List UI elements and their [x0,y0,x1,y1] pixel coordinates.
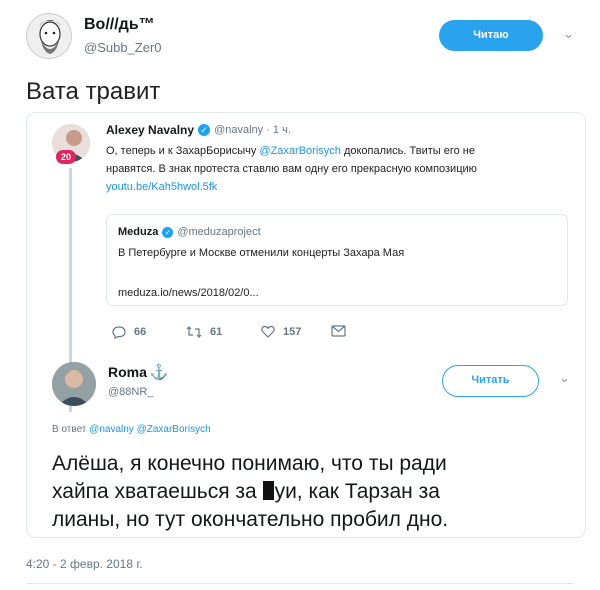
roma-avatar[interactable] [52,362,96,406]
navalny-text-part: О, теперь и к ЗахарБорисычу [106,145,260,157]
retweet-count: 61 [210,326,223,338]
roma-tweet-text: Алёша, я конечно понимаю, что ты ради ха… [52,450,448,534]
roma-text-line: Алёша, я конечно понимаю, что ты ради [52,452,447,475]
tweet-timestamp[interactable]: 4:20 - 2 февр. 2018 г. [26,557,143,571]
reply-context-mentions[interactable]: @navalny @ZaxarBorisych [89,424,210,435]
anchor-icon: ⚓ [149,364,169,381]
notification-badge: 20 [56,150,76,164]
direct-message-action[interactable] [331,325,346,337]
reply-icon [112,326,126,339]
navalny-text-line: нравятся. В знак протеста ставлю вам одн… [106,163,477,175]
author-avatar[interactable] [26,13,72,59]
meduza-link[interactable]: meduza.io/news/2018/02/0... [118,287,259,299]
meduza-text: В Петербурге и Москве отменили концерты … [118,247,405,259]
mention-link[interactable]: @ZaxarBorisych [259,145,340,157]
navalny-handle-time[interactable]: @navalny · 1 ч. [214,124,291,136]
follow-button[interactable]: Читать [442,365,539,397]
roma-header: Roma ⚓ [108,363,169,381]
navalny-tweet-text: О, теперь и к ЗахарБорисычу @ZaxarBorisy… [106,142,576,196]
roma-text-part: уи, как Тарзан за [274,480,440,503]
navalny-header: Alexey Navalny ✓ @navalny · 1 ч. [106,123,291,137]
reply-context: В ответ @navalny @ZaxarBorisych [52,424,211,435]
roma-text-part: хайпа хватаешься за [52,480,263,503]
person-photo-icon [52,362,96,406]
follow-button[interactable]: Читаю [439,20,543,51]
navalny-name[interactable]: Alexey Navalny [106,123,194,137]
reply-context-prefix: В ответ [52,424,90,435]
reply-count: 66 [134,326,147,338]
censor-block [262,481,274,500]
navalny-text-part: докопались. Твиты его не [340,145,475,157]
tweet-text: Вата травит [26,78,161,105]
more-options-chevron-icon[interactable]: ⌄ [563,26,574,42]
meduza-name[interactable]: Meduza [118,226,158,238]
retweet-icon [186,326,202,338]
like-action[interactable]: 157 [261,325,301,338]
envelope-icon [331,325,346,337]
portrait-sketch-icon [27,14,71,58]
like-count: 157 [283,325,302,338]
roma-handle[interactable]: @88NR_ [108,386,153,398]
more-options-chevron-icon[interactable]: ⌄ [559,370,570,386]
divider [26,583,574,584]
verified-badge-icon: ✓ [198,124,211,136]
meduza-header: Meduza ✓ @meduzaproject [118,226,261,238]
roma-name[interactable]: Roma [108,364,147,380]
retweet-action[interactable]: 61 [186,325,222,339]
youtube-link[interactable]: youtu.be/Kah5hwol.5fk [106,178,576,196]
heart-icon [261,325,275,338]
author-handle[interactable]: @Subb_Zer0 [84,40,162,55]
verified-badge-icon: ✓ [162,226,174,238]
roma-text-line: лианы, но тут окончательно пробил дно. [52,508,449,531]
tweet-page: Во///дь™ @Subb_Zer0 Читаю ⌄ Вата травит … [0,0,600,590]
meduza-handle[interactable]: @meduzaproject [177,226,260,238]
reply-action[interactable]: 66 [112,325,146,339]
author-name[interactable]: Во///дь™ [84,16,155,34]
